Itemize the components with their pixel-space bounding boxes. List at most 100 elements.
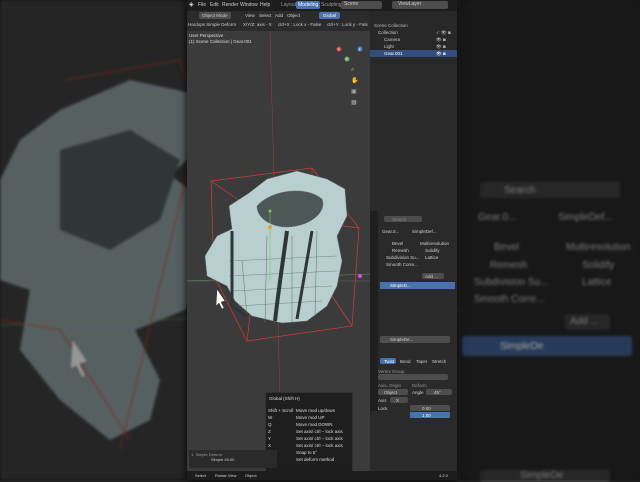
popup-key: Z — [268, 429, 271, 434]
deform-stretch-button[interactable]: Stretch — [432, 359, 446, 364]
shortcut-help-popup: Global (Shift H) Shift + Scroll Move mod… — [265, 392, 353, 471]
angle-value: 45° — [434, 389, 441, 395]
popup-action: Set axis/ ctrl – lock axis — [296, 436, 343, 441]
deform-twist-button[interactable]: Twist — [380, 358, 396, 364]
menu-file[interactable]: File — [198, 2, 206, 8]
ctrlx-hint: ctrl+X : Lock x - False — [278, 22, 322, 27]
add-modifier-label: Add ... — [425, 273, 439, 279]
navigation-gizmo[interactable]: X Y Z — [336, 46, 363, 62]
zoom-icon: ⌕ — [351, 67, 354, 73]
pan-hand-icon: ✋ — [351, 76, 358, 84]
right-panels: Scene Collection Collection Camera Light… — [370, 11, 457, 471]
properties-search-label: Search — [392, 216, 407, 222]
tab-sculpting[interactable]: Sculpting — [321, 2, 342, 8]
limit-max-field[interactable]: 1.00 — [410, 412, 450, 418]
popup-action: Move mod DOWN — [296, 422, 333, 427]
viewport-menu-select[interactable]: Select — [259, 13, 272, 18]
angle-label: Angle — [412, 390, 424, 395]
menu-render[interactable]: Render — [222, 2, 238, 8]
ctrly-hint: ctrl+Y : Lock y - Fals — [327, 22, 368, 27]
transform-orientation-button[interactable]: Global — [319, 12, 341, 19]
modifier-stack-item-label: SimpleD... — [390, 283, 411, 288]
properties-search[interactable]: Search — [384, 216, 422, 222]
menu-edit[interactable]: Edit — [210, 2, 219, 8]
menu-window[interactable]: Window — [240, 2, 258, 8]
outliner-item-gear[interactable]: Gear.001 — [384, 51, 403, 56]
xyz-hint: X/Y/Z: axis - X — [243, 22, 272, 27]
viewport-menu-object[interactable]: Object — [287, 13, 300, 18]
axis-label: Axis — [378, 398, 387, 403]
origin-field[interactable]: Object — [378, 389, 408, 395]
axis-value: X — [396, 397, 400, 403]
viewport-nav-icons[interactable]: ⌕ ✋ ▣ ▦ — [351, 67, 358, 106]
object-mode-dropdown[interactable]: Object Mode — [199, 12, 231, 19]
popup-key: X — [268, 443, 272, 448]
limit-max-value: 1.00 — [422, 412, 431, 418]
popup-action: Snap to 5° — [296, 450, 318, 455]
vertex-group-field[interactable] — [378, 374, 448, 380]
outliner-visibility-icons[interactable]: 👁 ◙ — [436, 44, 446, 50]
outliner-item-camera[interactable]: Camera — [384, 37, 400, 42]
popup-title: Global (Shift H) — [269, 396, 300, 401]
popup-action: Set axis/ ctrl – lock axis — [296, 429, 343, 434]
modifier-option-remesh[interactable]: Remesh — [392, 248, 409, 253]
modifier-option-lattice[interactable]: Lattice — [425, 255, 438, 260]
popup-action: Move mod UP — [296, 415, 325, 420]
popup-key: Q — [268, 422, 272, 427]
popup-action: Set axis/ ctrl – lock axis — [296, 443, 343, 448]
popup-key: W — [268, 415, 273, 420]
popup-key: Y — [268, 436, 272, 441]
modifier-option-bevel[interactable]: Bevel — [392, 241, 403, 246]
viewport-menu-view[interactable]: View — [245, 13, 255, 18]
status-object: Object — [245, 473, 257, 478]
view-layer-name: ViewLayer — [398, 1, 422, 7]
lock-label: Lock — [378, 406, 388, 411]
modifier-option-smooth[interactable]: Smooth Corre... — [386, 262, 418, 267]
modifier-option-subdivision[interactable]: Subdivision Su... — [386, 255, 420, 260]
scene-selector[interactable]: Scene — [341, 1, 382, 9]
popup-action: Set deform method — [296, 457, 335, 462]
tab-layout[interactable]: Layout — [281, 2, 296, 8]
outliner-item-collection[interactable]: Collection — [378, 30, 398, 35]
limit-min-value: 0.00 — [422, 405, 431, 411]
deform-label: Deform — [412, 383, 427, 388]
origin-label: Axis, Origin — [378, 383, 402, 388]
outliner-visibility-icons[interactable]: 👁 ◙ — [436, 51, 446, 57]
outliner-visibility-icons[interactable]: 👁 ◙ — [436, 37, 446, 43]
outliner-visibility-icons[interactable]: ✓ 👁 ◙ — [436, 30, 451, 36]
outliner-title: Scene Collection — [374, 23, 408, 28]
limit-min-field[interactable]: 0.00 — [410, 405, 450, 411]
add-modifier-button[interactable]: Add ... — [422, 273, 444, 279]
modifier-stack-item[interactable]: SimpleD... — [380, 282, 455, 289]
last-operation-overlay: 1. Simple Deform Simple 45.00 — [189, 450, 277, 468]
version-label: 4.2.0 — [439, 473, 448, 478]
origin-value: Object — [384, 389, 398, 395]
outliner-item-light[interactable]: Light — [384, 44, 394, 49]
popup-action: Move mod up/down — [296, 408, 336, 413]
status-rotate-view: Rotate View — [215, 473, 237, 478]
blender-window: ◈ File Edit Render Window Help Layout Mo… — [187, 0, 457, 480]
status-select: Select — [195, 473, 207, 478]
3d-viewport[interactable]: Object Mode View Select Add Object Globa… — [187, 11, 370, 471]
top-menu-bar: ◈ File Edit Render Window Help Layout Mo… — [187, 0, 457, 11]
angle-field[interactable]: 45° — [426, 389, 452, 395]
properties-tab-column[interactable] — [370, 211, 378, 411]
deform-bend-button[interactable]: Bend — [400, 359, 411, 364]
blender-logo-icon[interactable]: ◈ — [189, 1, 194, 8]
mouse-cursor-icon — [215, 288, 226, 310]
tool-header-label: Hardops Simple Deform — [188, 22, 237, 27]
modifier-option-solidify[interactable]: Solidify — [425, 248, 440, 253]
deform-taper-button[interactable]: Taper — [416, 359, 427, 364]
modifier-panel-name: SimpleDe... — [390, 337, 414, 342]
viewport-header: Object Mode View Select Add Object Globa… — [187, 11, 370, 31]
viewport-menu-add[interactable]: Add — [275, 13, 283, 18]
modifier-option-multiresolution[interactable]: Multiresolution — [420, 241, 449, 246]
status-bar: Select Rotate View Object 4.2.0 — [187, 471, 457, 480]
modifier-panel-header[interactable]: SimpleDe... — [380, 336, 450, 343]
menu-help[interactable]: Help — [260, 2, 270, 8]
view-layer-selector[interactable]: ViewLayer — [392, 1, 448, 9]
properties-modifier-name: SimpleDef... — [412, 229, 437, 234]
tab-modeling[interactable]: Modeling — [296, 1, 321, 9]
popup-key: Shift + Scroll — [268, 408, 294, 413]
axis-field[interactable]: X — [390, 397, 408, 403]
